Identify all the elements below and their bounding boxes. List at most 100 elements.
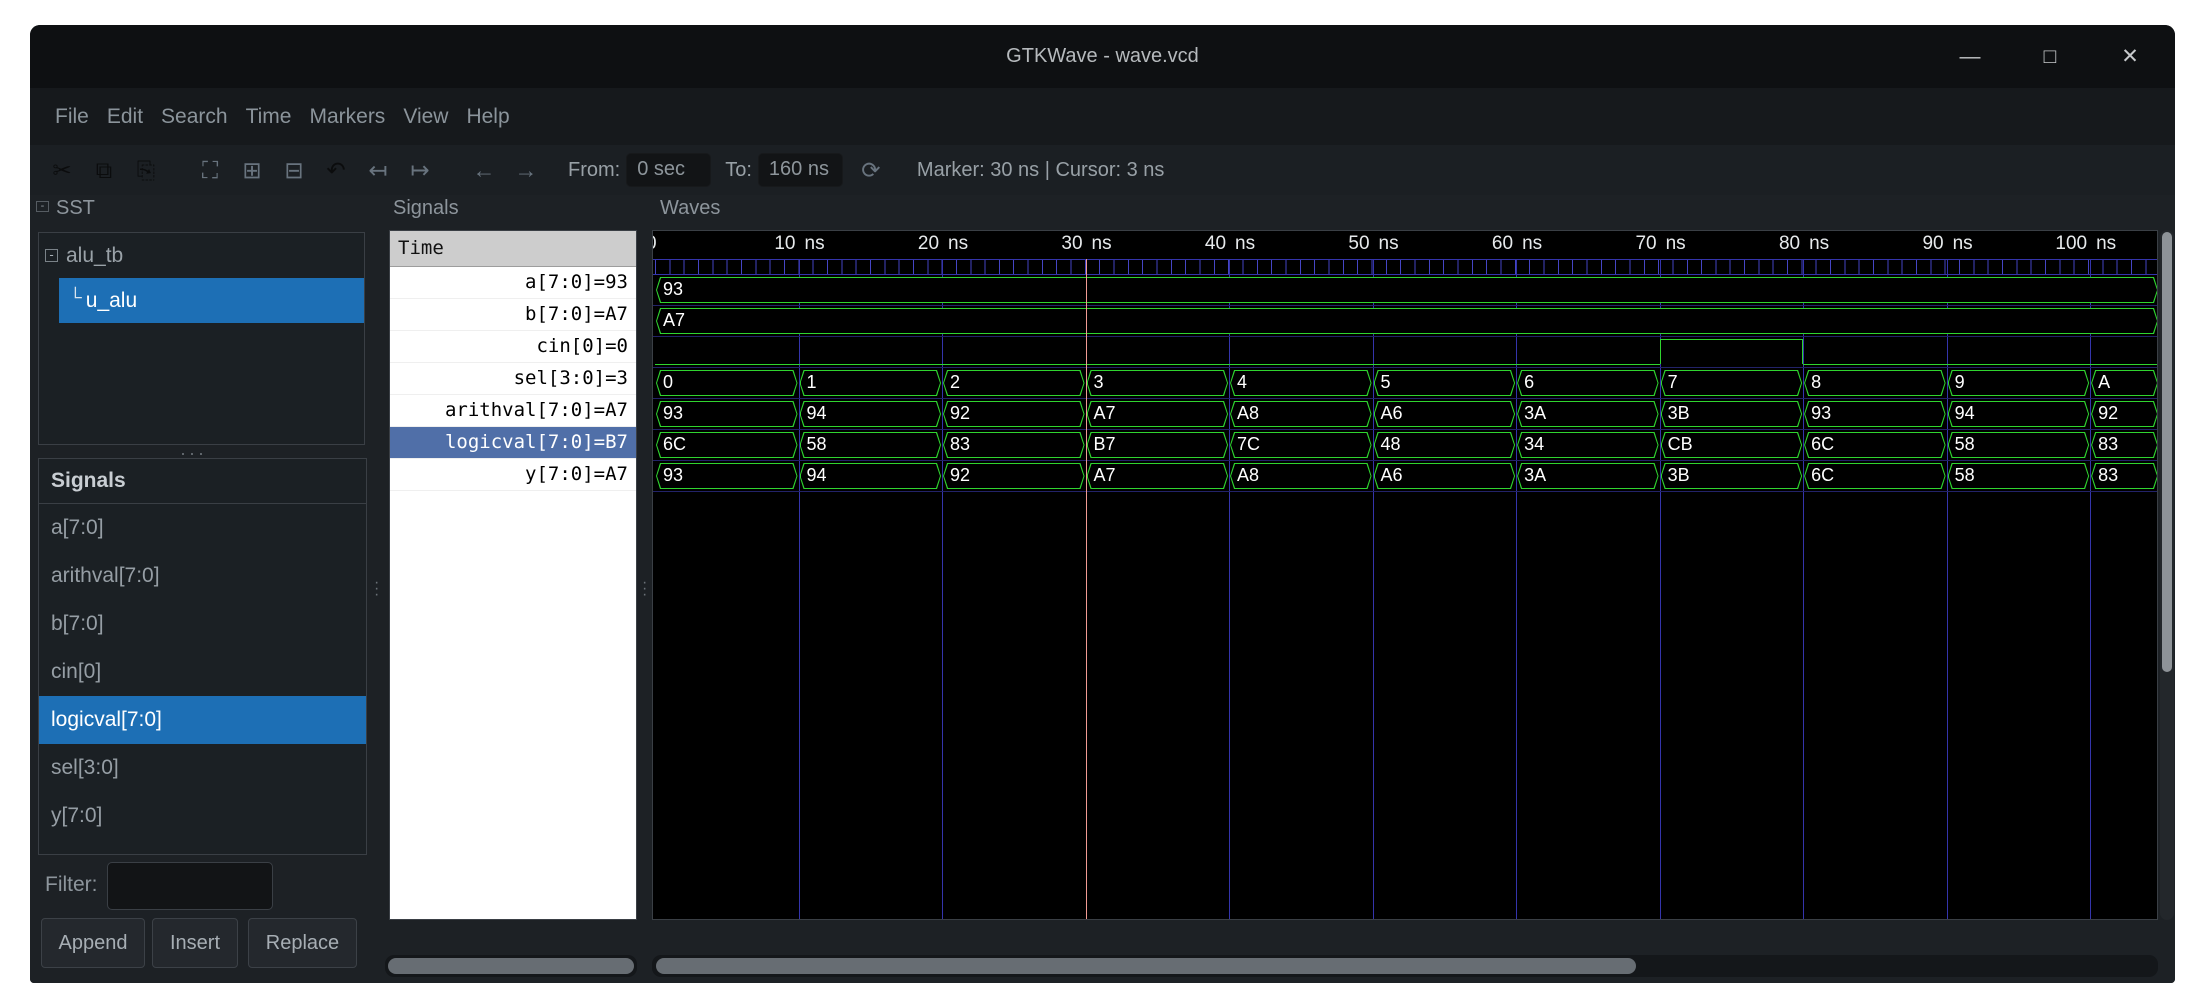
value-row-y[7:0][interactable]: y[7:0]=A7 bbox=[390, 459, 636, 491]
ruler-label-0: 0 bbox=[652, 233, 657, 259]
close-icon[interactable]: ✕ bbox=[2115, 44, 2145, 69]
ruler-unit: ns bbox=[1235, 233, 1255, 255]
menu-item-markers[interactable]: Markers bbox=[300, 105, 394, 129]
panel-splitter-left[interactable]: ··· bbox=[374, 580, 379, 598]
signal-item-b[7:0][interactable]: b[7:0] bbox=[39, 600, 366, 648]
zoom-to-start-icon[interactable]: ↤ bbox=[364, 157, 392, 184]
bus-segment: 34 bbox=[1517, 432, 1659, 458]
zoom-in-icon[interactable]: ⊞ bbox=[238, 157, 266, 184]
ruler-number: 20 bbox=[918, 233, 939, 255]
zoom-out-icon[interactable]: ⊟ bbox=[280, 157, 308, 184]
button-insert[interactable]: Insert bbox=[152, 918, 238, 968]
bus-segment: 3A bbox=[1517, 463, 1659, 489]
value-row-arithval[7:0][interactable]: arithval[7:0]=A7 bbox=[390, 395, 636, 427]
bus-value: 6C bbox=[663, 434, 686, 455]
signal-item-logicval[7:0][interactable]: logicval[7:0] bbox=[39, 696, 366, 744]
menu-item-file[interactable]: File bbox=[46, 105, 98, 129]
menu-item-edit[interactable]: Edit bbox=[98, 105, 152, 129]
value-row-a[7:0][interactable]: a[7:0]=93 bbox=[390, 267, 636, 299]
tree-node-alu_tb[interactable]: -alu_tb bbox=[39, 233, 364, 278]
tree-connector-icon: └ bbox=[69, 287, 82, 308]
waves-hscrollbar-track[interactable] bbox=[652, 955, 2158, 977]
bus-segment: 58 bbox=[1948, 463, 2090, 489]
value-row-sel[3:0][interactable]: sel[3:0]=3 bbox=[390, 363, 636, 395]
bus-segment: 83 bbox=[2091, 463, 2158, 489]
scalar-low-line bbox=[1803, 364, 2158, 365]
bus-value: A bbox=[2098, 372, 2110, 393]
minimize-icon[interactable]: — bbox=[1955, 45, 1985, 69]
signal-item-arithval[7:0][interactable]: arithval[7:0] bbox=[39, 552, 366, 600]
bus-value: 6 bbox=[1524, 372, 1534, 393]
wave-row-a[7:0][interactable]: 93 bbox=[653, 277, 2157, 305]
bus-segment: 1 bbox=[800, 370, 942, 396]
bus-segment: 3 bbox=[1087, 370, 1229, 396]
button-replace[interactable]: Replace bbox=[248, 918, 357, 968]
scalar-low-line bbox=[655, 364, 1660, 365]
value-row-cin[0][interactable]: cin[0]=0 bbox=[390, 331, 636, 363]
to-input[interactable]: 160 ns bbox=[758, 153, 843, 187]
time-column-header[interactable]: Time bbox=[390, 231, 636, 267]
bus-value: 3 bbox=[1094, 372, 1104, 393]
bus-value: 3A bbox=[1524, 403, 1546, 424]
wave-canvas[interactable]: 010ns20ns30ns40ns50ns60ns70ns80ns90ns100… bbox=[652, 230, 2158, 920]
undo-icon: ↶ bbox=[322, 157, 350, 184]
primary-marker-line[interactable] bbox=[1086, 259, 1088, 919]
menu-item-time[interactable]: Time bbox=[237, 105, 301, 129]
bus-value: 2 bbox=[950, 372, 960, 393]
filter-input[interactable] bbox=[107, 862, 273, 910]
ruler-number: 60 bbox=[1492, 233, 1513, 255]
values-hscrollbar-thumb[interactable] bbox=[388, 958, 634, 974]
ruler-number: 70 bbox=[1635, 233, 1656, 255]
wave-row-separator bbox=[653, 305, 2157, 306]
panel-splitter-right[interactable]: ··· bbox=[642, 580, 647, 598]
wave-row-logicval[7:0][interactable]: 6C5883B77C4834CB6C5883 bbox=[653, 432, 2157, 460]
maximize-icon[interactable]: □ bbox=[2035, 45, 2065, 69]
bus-segment: 93 bbox=[656, 277, 2158, 303]
menu-item-search[interactable]: Search bbox=[152, 105, 237, 129]
sst-pane-collapse-icon[interactable]: - bbox=[36, 201, 49, 212]
wave-row-arithval[7:0][interactable]: 939492A7A8A63A3B939492 bbox=[653, 401, 2157, 429]
waves-vscrollbar-thumb[interactable] bbox=[2162, 232, 2172, 672]
bus-segment: 83 bbox=[2091, 432, 2158, 458]
bus-value: 93 bbox=[1811, 403, 1831, 424]
wave-row-cin[0][interactable] bbox=[653, 339, 2157, 367]
bus-segment: A8 bbox=[1230, 401, 1372, 427]
bus-value: A7 bbox=[663, 310, 685, 331]
from-input[interactable]: 0 sec bbox=[626, 153, 711, 187]
wave-row-y[7:0][interactable]: 939492A7A8A63A3B6C5883 bbox=[653, 463, 2157, 491]
tree-expander-icon[interactable]: - bbox=[45, 249, 58, 262]
wave-row-b[7:0][interactable]: A7 bbox=[653, 308, 2157, 336]
bus-value: 48 bbox=[1381, 434, 1401, 455]
waves-vscrollbar-track[interactable] bbox=[2160, 230, 2174, 920]
zoom-to-end-icon[interactable]: ↦ bbox=[406, 157, 434, 184]
menu-item-view[interactable]: View bbox=[394, 105, 457, 129]
signal-item-y[7:0][interactable]: y[7:0] bbox=[39, 792, 366, 840]
bus-segment: A7 bbox=[1087, 463, 1229, 489]
button-append[interactable]: Append bbox=[41, 918, 145, 968]
shift-left-icon[interactable]: ← bbox=[470, 157, 498, 184]
value-row-logicval[7:0][interactable]: logicval[7:0]=B7 bbox=[390, 427, 636, 459]
menu-item-help[interactable]: Help bbox=[457, 105, 518, 129]
filter-label: Filter: bbox=[45, 873, 98, 897]
signal-item-sel[3:0][interactable]: sel[3:0] bbox=[39, 744, 366, 792]
value-row-b[7:0][interactable]: b[7:0]=A7 bbox=[390, 299, 636, 331]
bus-value: CB bbox=[1668, 434, 1693, 455]
tree-node-u_alu[interactable]: └u_alu bbox=[59, 278, 364, 323]
signal-item-cin[0][interactable]: cin[0] bbox=[39, 648, 366, 696]
values-hscrollbar-track[interactable] bbox=[385, 955, 637, 977]
paste-icon: ⎘ bbox=[132, 157, 160, 184]
ruler-number: 0 bbox=[652, 233, 657, 254]
ruler-unit: ns bbox=[1379, 233, 1399, 255]
reload-icon[interactable]: ⟳ bbox=[857, 157, 885, 184]
shift-right-icon[interactable]: → bbox=[512, 157, 540, 184]
wave-row-sel[3:0][interactable]: 0123456789A bbox=[653, 370, 2157, 398]
bus-segment: 4 bbox=[1230, 370, 1372, 396]
signal-item-a[7:0][interactable]: a[7:0] bbox=[39, 504, 366, 552]
zoom-fit-icon[interactable]: ⛶ bbox=[196, 157, 224, 184]
waves-hscrollbar-thumb[interactable] bbox=[656, 958, 1636, 974]
bus-value: 0 bbox=[663, 372, 673, 393]
bus-value: 6C bbox=[1811, 465, 1834, 486]
bus-value: 83 bbox=[2098, 434, 2118, 455]
ruler-number: 100 bbox=[2055, 233, 2087, 255]
ruler-unit: ns bbox=[805, 233, 825, 255]
